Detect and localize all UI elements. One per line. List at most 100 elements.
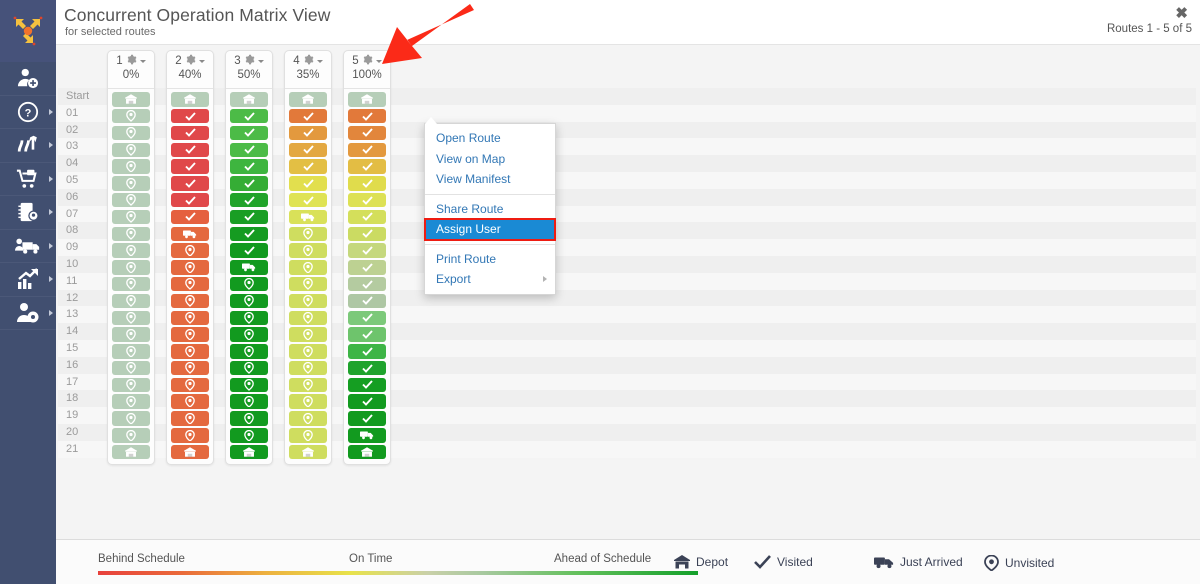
matrix-cell[interactable] [344,259,390,276]
matrix-cell[interactable] [226,410,272,427]
chevron-down-icon[interactable] [316,59,323,63]
matrix-cell[interactable] [285,427,331,444]
matrix-cell[interactable] [226,259,272,276]
matrix-cell[interactable] [344,242,390,259]
sidebar-item-help[interactable]: ? [0,96,56,129]
matrix-cell[interactable] [226,125,272,142]
sidebar-item-add-user[interactable] [0,62,56,96]
matrix-cell[interactable] [285,192,331,209]
matrix-cell[interactable] [285,225,331,242]
sidebar-item-address-book[interactable] [0,196,56,230]
matrix-cell[interactable] [108,343,154,360]
matrix-cell[interactable] [344,141,390,158]
route-settings-button[interactable] [362,54,373,68]
matrix-cell[interactable] [167,141,213,158]
matrix-cell[interactable] [226,377,272,394]
matrix-cell[interactable] [167,158,213,175]
route-column-2[interactable]: 2 40% [166,50,214,465]
context-menu-item-open-route[interactable]: Open Route [425,128,555,149]
matrix-cell[interactable] [285,175,331,192]
matrix-cell[interactable] [226,242,272,259]
matrix-cell[interactable] [167,175,213,192]
matrix-cell[interactable] [285,360,331,377]
matrix-cell[interactable] [344,393,390,410]
matrix-cell[interactable] [167,259,213,276]
matrix-cell[interactable] [285,309,331,326]
matrix-cell[interactable] [226,276,272,293]
matrix-cell[interactable] [226,91,272,108]
matrix-cell[interactable] [285,158,331,175]
matrix-cell[interactable] [285,242,331,259]
chevron-down-icon[interactable] [257,59,264,63]
route-settings-button[interactable] [303,54,314,68]
route-column-3[interactable]: 3 50% [225,50,273,465]
matrix-cell[interactable] [344,175,390,192]
matrix-cell[interactable] [167,377,213,394]
chevron-down-icon[interactable] [375,59,382,63]
matrix-cell[interactable] [226,225,272,242]
matrix-cell[interactable] [226,158,272,175]
route-settings-button[interactable] [126,54,137,68]
context-menu-item-view-on-map[interactable]: View on Map [425,149,555,170]
matrix-cell[interactable] [285,209,331,226]
matrix-cell[interactable] [226,393,272,410]
matrix-cell[interactable] [344,276,390,293]
matrix-cell[interactable] [285,377,331,394]
matrix-cell[interactable] [108,141,154,158]
matrix-cell[interactable] [344,209,390,226]
matrix-cell[interactable] [108,108,154,125]
sidebar-item-routes[interactable] [0,129,56,163]
matrix-cell[interactable] [167,343,213,360]
matrix-cell[interactable] [285,293,331,310]
app-logo[interactable] [0,0,56,62]
context-menu-item-share-route[interactable]: Share Route [425,199,555,220]
matrix-cell[interactable] [285,108,331,125]
matrix-cell[interactable] [167,125,213,142]
matrix-cell[interactable] [108,326,154,343]
matrix-cell[interactable] [108,242,154,259]
matrix-cell[interactable] [285,444,331,461]
matrix-cell[interactable] [344,326,390,343]
matrix-cell[interactable] [344,225,390,242]
matrix-cell[interactable] [344,108,390,125]
route-column-4[interactable]: 4 35% [284,50,332,465]
matrix-cell[interactable] [108,158,154,175]
matrix-cell[interactable] [108,444,154,461]
matrix-cell[interactable] [226,360,272,377]
route-settings-button[interactable] [244,54,255,68]
close-icon[interactable]: ✖ [1175,6,1188,21]
matrix-cell[interactable] [108,259,154,276]
route-settings-button[interactable] [185,54,196,68]
matrix-cell[interactable] [108,209,154,226]
matrix-cell[interactable] [344,293,390,310]
matrix-cell[interactable] [167,410,213,427]
matrix-cell[interactable] [108,175,154,192]
matrix-cell[interactable] [344,377,390,394]
matrix-cell[interactable] [226,326,272,343]
context-menu-item-view-manifest[interactable]: View Manifest [425,169,555,190]
chevron-down-icon[interactable] [198,59,205,63]
matrix-cell[interactable] [226,108,272,125]
matrix-cell[interactable] [108,393,154,410]
matrix-cell[interactable] [344,158,390,175]
route-column-1[interactable]: 1 0% [107,50,155,465]
route-context-menu[interactable]: Open Route View on Map View Manifest Share … [424,117,556,295]
sidebar-item-fleet[interactable] [0,230,56,263]
matrix-cell[interactable] [108,293,154,310]
matrix-cell[interactable] [285,276,331,293]
matrix-cell[interactable] [108,276,154,293]
matrix-cell[interactable] [226,343,272,360]
matrix-cell[interactable] [344,192,390,209]
context-menu-item-assign-user[interactable]: Assign User [424,218,556,241]
matrix-cell[interactable] [108,410,154,427]
matrix-cell[interactable] [108,125,154,142]
matrix-cell[interactable] [226,192,272,209]
matrix-cell[interactable] [285,410,331,427]
matrix-cell[interactable] [285,91,331,108]
matrix-cell[interactable] [344,125,390,142]
matrix-cell[interactable] [108,192,154,209]
matrix-cell[interactable] [167,427,213,444]
matrix-cell[interactable] [226,141,272,158]
matrix-cell[interactable] [108,427,154,444]
route-column-5[interactable]: 5 100% [343,50,391,465]
